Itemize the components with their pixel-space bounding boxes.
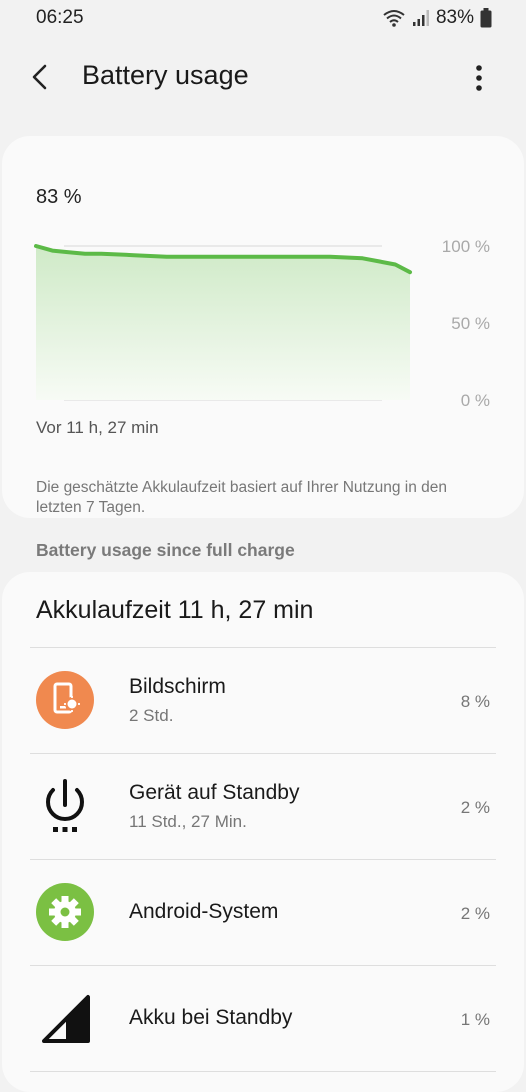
status-time: 06:25 bbox=[36, 7, 84, 28]
usage-item-name: Akku bei Standby bbox=[129, 1006, 293, 1029]
status-icons: 83% bbox=[382, 7, 492, 29]
screen-brightness-icon bbox=[36, 671, 94, 729]
power-standby-icon bbox=[46, 779, 84, 832]
usage-item-cell-standby[interactable]: Akku bei Standby 1 % bbox=[2, 966, 524, 1072]
battery-icon bbox=[480, 8, 492, 28]
signal-icon bbox=[42, 995, 90, 1043]
usage-item-screen[interactable]: Bildschirm 2 Std. 8 % bbox=[2, 648, 524, 754]
usage-item-percent: 8 % bbox=[460, 692, 490, 711]
usage-item-duration: 2 Std. bbox=[129, 706, 174, 725]
usage-item-percent: 2 % bbox=[460, 798, 490, 817]
chart-start-label: Vor 11 h, 27 min bbox=[36, 418, 159, 437]
more-options-icon[interactable] bbox=[464, 62, 494, 94]
status-bar: 06:25 83% bbox=[0, 0, 526, 38]
usage-item-duration: 11 Std., 27 Min. bbox=[129, 812, 247, 831]
usage-list-card: Akkulaufzeit 11 h, 27 min Bildschirm 2 S… bbox=[2, 572, 524, 1092]
usage-item-percent: 1 % bbox=[460, 1010, 490, 1029]
app-bar: Battery usage bbox=[0, 38, 526, 118]
usage-item-percent: 2 % bbox=[460, 904, 490, 923]
battery-time-total: Akkulaufzeit 11 h, 27 min bbox=[36, 596, 314, 624]
current-battery-percent: 83 % bbox=[36, 186, 82, 208]
battery-summary-card: 83 % 100 % 50 % 0 % Vor 11 h, 27 min Die g… bbox=[2, 136, 524, 518]
usage-item-name: Gerät auf Standby bbox=[129, 781, 300, 804]
y-tick-label: 50 % bbox=[451, 314, 490, 333]
divider bbox=[30, 1071, 496, 1072]
usage-item-android-system[interactable]: Android-System 2 % bbox=[2, 860, 524, 966]
cell-signal-icon bbox=[412, 10, 429, 26]
y-tick-label: 0 % bbox=[461, 391, 490, 410]
usage-item-standby[interactable]: Gerät auf Standby 11 Std., 27 Min. 2 % bbox=[2, 754, 524, 860]
status-battery-percent: 83% bbox=[435, 7, 474, 28]
battery-area bbox=[36, 246, 410, 400]
usage-item-name: Bildschirm bbox=[129, 675, 226, 698]
usage-item-name: Android-System bbox=[129, 900, 279, 923]
back-arrow-icon[interactable] bbox=[26, 62, 56, 92]
page-title: Battery usage bbox=[82, 60, 249, 90]
y-tick-label: 100 % bbox=[442, 237, 490, 256]
section-header: Battery usage since full charge bbox=[36, 540, 295, 560]
battery-level-chart: 100 % 50 % 0 % bbox=[34, 237, 490, 410]
gear-icon bbox=[36, 883, 94, 941]
estimate-note: Die geschätzte Akkulaufzeit basiert auf … bbox=[36, 479, 447, 516]
wifi-icon bbox=[383, 10, 405, 27]
